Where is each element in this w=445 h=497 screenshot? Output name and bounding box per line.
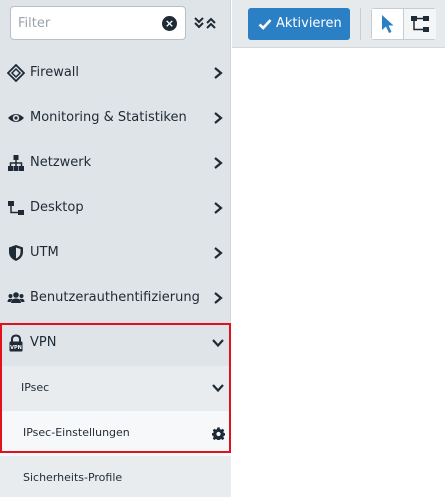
- main-content-area: [232, 49, 445, 497]
- chevron-right-icon: [214, 292, 223, 304]
- svg-text:VPN: VPN: [10, 345, 22, 351]
- tree-view-button[interactable]: [404, 9, 436, 39]
- check-icon: [258, 19, 272, 30]
- sidebar-item-monitoring[interactable]: Monitoring & Statistiken: [0, 96, 231, 141]
- activate-button-label: Aktivieren: [276, 16, 342, 31]
- cursor-pointer-icon: [382, 15, 394, 33]
- filter-bar: ×: [0, 0, 231, 48]
- sidebar-subitem-label: Sicherheits-Profile: [23, 471, 123, 484]
- toolbar-divider: [360, 8, 361, 40]
- gear-icon[interactable]: [212, 427, 225, 440]
- sidebar-item-label: Desktop: [30, 200, 84, 215]
- sidebar-item-firewall[interactable]: Firewall: [0, 51, 231, 96]
- sidebar-item-netzwerk[interactable]: Netzwerk: [0, 141, 231, 186]
- sidebar-item-label: Monitoring & Statistiken: [30, 110, 187, 125]
- sidebar-item-label: Benutzerauthentifizierung: [30, 290, 200, 305]
- sidebar-item-label: Firewall: [30, 65, 80, 80]
- filter-box: ×: [10, 6, 186, 40]
- sidebar: × Firewall Monitoring & Statistiken: [0, 0, 231, 497]
- toolbar: Aktivieren: [232, 0, 445, 48]
- shield-icon: [9, 245, 23, 261]
- sidebar-item-desktop[interactable]: Desktop: [0, 186, 231, 231]
- sidebar-subitem-ipsec[interactable]: IPsec: [0, 366, 231, 411]
- activate-button[interactable]: Aktivieren: [248, 8, 350, 40]
- clear-filter-icon[interactable]: ×: [162, 16, 177, 31]
- network-icon: [8, 155, 24, 171]
- chevron-right-icon: [214, 67, 223, 79]
- chevron-down-icon: [212, 384, 224, 393]
- sidebar-item-vpn[interactable]: VPN VPN: [0, 321, 231, 366]
- sidebar-subitem-label: IPsec-Einstellungen: [23, 426, 130, 439]
- sidebar-item-label: UTM: [30, 245, 59, 260]
- sidebar-subitem-label: IPsec: [21, 381, 50, 394]
- tree-structure-icon: [411, 16, 429, 32]
- sidebar-item-label: VPN: [30, 335, 57, 350]
- eye-icon: [8, 114, 24, 122]
- sidebar-item-benutzerauthentifizierung[interactable]: Benutzerauthentifizierung: [0, 276, 231, 321]
- collapse-expand-all-icon[interactable]: [193, 15, 217, 31]
- mode-toggle-group: [371, 8, 436, 40]
- select-mode-button[interactable]: [372, 9, 404, 39]
- chevron-down-icon: [212, 339, 224, 348]
- filter-input[interactable]: [11, 7, 161, 39]
- sidebar-subitem-ipsec-settings[interactable]: IPsec-Einstellungen: [0, 411, 231, 456]
- chevron-right-icon: [214, 157, 223, 169]
- chevron-right-icon: [214, 112, 223, 124]
- sidebar-item-label: Netzwerk: [30, 155, 92, 170]
- sidebar-item-utm[interactable]: UTM: [0, 231, 231, 276]
- sidebar-subitem-security-profiles[interactable]: Sicherheits-Profile: [0, 456, 231, 497]
- users-icon: [7, 292, 25, 303]
- firewall-icon: [7, 64, 25, 82]
- desktop-icon: [8, 201, 24, 215]
- chevron-right-icon: [214, 247, 223, 259]
- vpn-lock-icon: VPN: [9, 334, 23, 352]
- chevron-right-icon: [214, 202, 223, 214]
